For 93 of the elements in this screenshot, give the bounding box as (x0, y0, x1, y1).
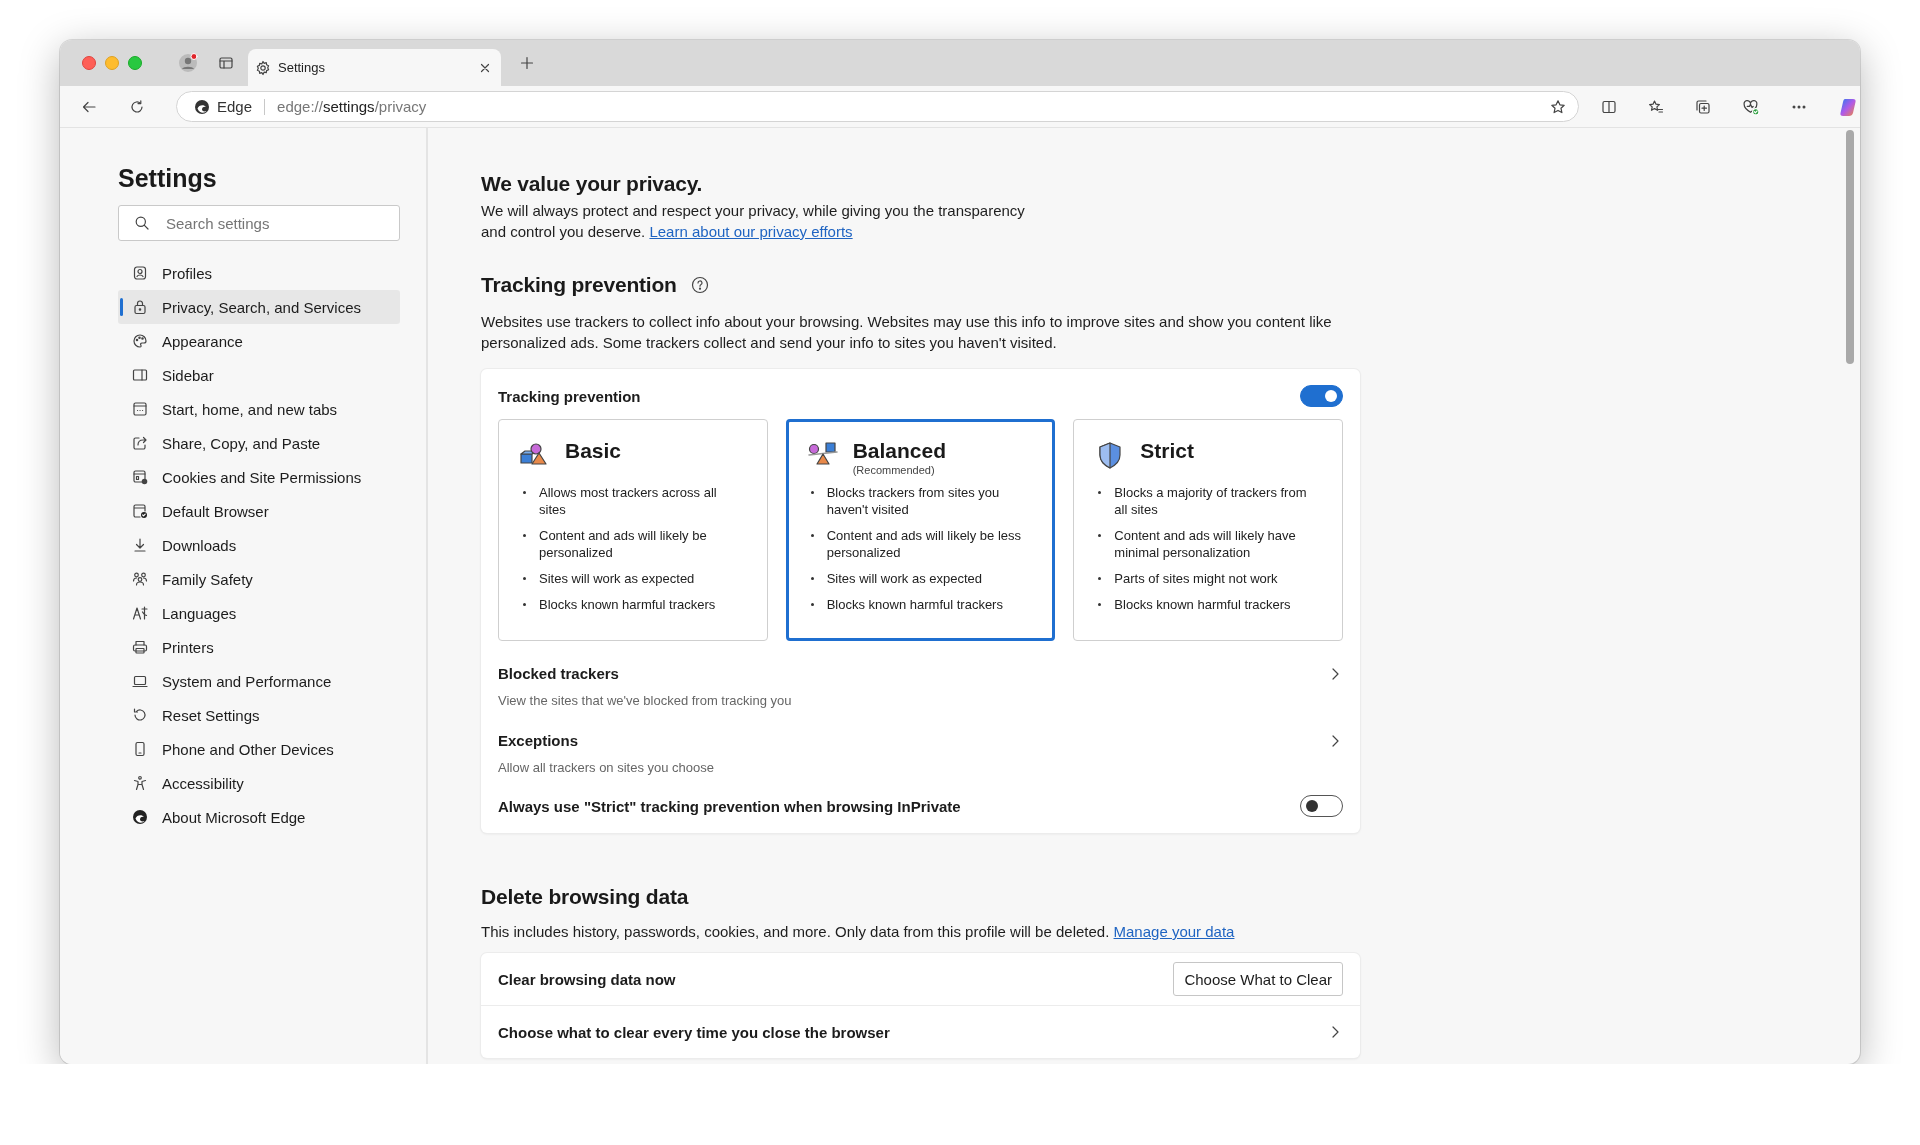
level-option-card[interactable]: Basic Allows most trackers across all sites Content and ads will likely be personalized Sites will work as expected Blocks known harmful trackers (498, 419, 768, 641)
share-icon (132, 435, 148, 451)
sidebar-item[interactable]: Sidebar (118, 358, 400, 392)
setting-label[interactable]: Blocked trackers (498, 665, 619, 682)
setting-description: View the sites that we've blocked from tracking you (498, 693, 793, 708)
section-title: We value your privacy. (481, 172, 704, 196)
accessibility-icon (132, 775, 148, 791)
phone-icon (132, 741, 148, 757)
window-check-icon (132, 503, 148, 519)
language-icon (132, 605, 148, 621)
heart-check-icon[interactable] (1742, 97, 1760, 116)
toggle-switch[interactable] (1300, 795, 1343, 817)
setting-label: Clear browsing data now (498, 970, 676, 988)
section-description: This includes history, passwords, cookies, and more. Only data from this profile will be deleted. Manage your data (481, 922, 1236, 942)
toggle-switch[interactable] (1300, 385, 1343, 407)
level-point: Sites will work as expected (826, 570, 983, 587)
sidebar-item[interactable]: Phone and Other Devices (118, 732, 400, 766)
manage-data-link[interactable]: Manage your data (1113, 923, 1235, 940)
level-note: (Recommended) (852, 464, 936, 477)
browser-tab[interactable]: Settings (248, 49, 501, 86)
sidebar-item[interactable]: About Microsoft Edge (118, 800, 400, 834)
level-point: Content and ads will likely be personalized (539, 527, 708, 561)
profile-icon (132, 265, 148, 281)
download-icon (132, 537, 148, 553)
gear-icon (255, 59, 271, 76)
level-title: Balanced (852, 438, 947, 464)
palette-icon (132, 333, 148, 349)
sidebar-item[interactable]: Privacy, Search, and Services (118, 290, 400, 324)
sidebar-item[interactable]: Reset Settings (118, 698, 400, 732)
sidebar-item[interactable]: Accessibility (118, 766, 400, 800)
sidebar-item[interactable]: Default Browser (118, 494, 400, 528)
level-point: Blocks known harmful trackers (1114, 596, 1292, 613)
scrollbar-thumb[interactable] (1846, 130, 1854, 364)
address-bar[interactable]: Edge edge://settings/privacy (176, 91, 1579, 122)
sidebar-item[interactable]: Share, Copy, and Paste (118, 426, 400, 460)
site-label: Edge (217, 98, 253, 115)
collections-icon[interactable] (1695, 98, 1711, 115)
sidebar-icon (132, 367, 148, 383)
people-icon (132, 571, 148, 587)
swirl-logo-icon (132, 809, 148, 825)
level-point: Allows most trackers across all sites (539, 484, 718, 518)
reset-icon (132, 707, 148, 723)
setting-label: Always use "Strict" tracking prevention when browsing InPrivate (498, 797, 961, 815)
window-control-icon[interactable] (82, 56, 96, 70)
sidebar-item[interactable]: System and Performance (118, 664, 400, 698)
section-description: Websites use trackers to collect info about your browsing. Websites may use this info to improve sites and show you content like personalized ads. Some trackers collect and send your info to sites you haven't visited. (481, 312, 1333, 353)
printer-icon (132, 639, 148, 655)
level-title: Basic (565, 438, 622, 464)
privacy-link[interactable]: Learn about our privacy efforts (649, 223, 853, 240)
sidebar-item[interactable]: Printers (118, 630, 400, 664)
level-point: Blocks trackers from sites you haven't visited (826, 484, 1001, 518)
section-title: Tracking prevention (481, 273, 677, 297)
setting-label[interactable]: Choose what to clear every time you close the browser (498, 1023, 890, 1041)
level-point: Blocks a majority of trackers from all sites (1114, 484, 1308, 518)
intro-text: We will always protect and respect your privacy, while giving you the transparency and control you deserve. Learn about our privacy efforts (481, 201, 1026, 242)
tab-actions-icon[interactable] (218, 55, 234, 71)
lock-icon (132, 299, 148, 315)
sidebar-item[interactable]: Languages (118, 596, 400, 630)
split-screen-icon[interactable] (1601, 98, 1617, 115)
star-icon[interactable] (1550, 98, 1566, 115)
setting-description: Allow all trackers on sites you choose (498, 760, 716, 775)
level-point: Sites will work as expected (539, 570, 696, 587)
section-title: Delete browsing data (481, 885, 690, 909)
level-option-card[interactable]: Balanced (Recommended) Blocks trackers from sites you haven't visited Content and ads will likely be less personalized Sites will work as expected Blocks known harmful trackers (785, 419, 1056, 641)
page-title: Settings (118, 163, 218, 194)
search-icon (134, 215, 150, 231)
clear-data-button[interactable]: Choose What to Clear (1173, 962, 1343, 996)
level-point: Blocks known harmful trackers (539, 596, 717, 613)
sidebar-item[interactable]: Start, home, and new tabs (118, 392, 400, 426)
sidebar-item[interactable]: Appearance (118, 324, 400, 358)
url-text: edge://settings/privacy (277, 98, 428, 115)
sidebar-item[interactable]: Family Safety (118, 562, 400, 596)
setting-label[interactable]: Exceptions (498, 732, 579, 749)
sidebar-item[interactable]: Cookies and Site Permissions (118, 460, 400, 494)
window-icon (132, 401, 148, 417)
plus-icon[interactable] (519, 55, 535, 71)
level-point: Blocks known harmful trackers (826, 596, 1004, 613)
level-point: Content and ads will likely have minimal personalization (1114, 527, 1297, 561)
level-point: Parts of sites might not work (1114, 570, 1279, 587)
search-field[interactable]: Search settings (118, 205, 400, 241)
help-icon[interactable] (690, 276, 709, 294)
laptop-icon (132, 673, 148, 689)
level-title: Strict (1140, 438, 1195, 464)
favorites-icon[interactable] (1648, 98, 1664, 115)
avatar-icon[interactable] (178, 53, 198, 73)
sidebar-item[interactable]: Profiles (118, 256, 400, 290)
window-gear-icon (132, 469, 148, 485)
sidebar-item[interactable]: Downloads (118, 528, 400, 562)
level-option-card[interactable]: Strict Blocks a majority of trackers from all sites Content and ads will likely have minimal personalization Parts of sites might not work Blocks known harmful trackers (1073, 419, 1343, 641)
setting-label: Tracking prevention (498, 387, 641, 405)
level-point: Content and ads will likely be less personalized (826, 527, 1023, 561)
swirl-logo-icon (194, 98, 210, 115)
refresh-icon[interactable] (129, 98, 145, 115)
